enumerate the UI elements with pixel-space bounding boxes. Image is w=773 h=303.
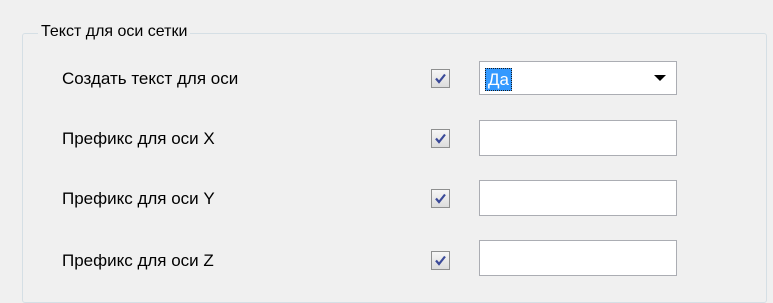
prefix-z-label: Префикс для оси Z bbox=[62, 251, 214, 270]
chevron-down-icon[interactable] bbox=[654, 75, 666, 81]
prefix-x-checkbox[interactable] bbox=[431, 129, 450, 148]
checkmark-icon bbox=[435, 255, 446, 266]
checkmark-icon bbox=[435, 133, 446, 144]
prefix-z-input[interactable] bbox=[479, 240, 677, 276]
create-axis-text-checkbox[interactable] bbox=[431, 69, 450, 88]
prefix-y-label: Префикс для оси Y bbox=[62, 189, 215, 208]
prefix-x-label: Префикс для оси X bbox=[62, 129, 215, 148]
group-title: Текст для оси сетки bbox=[38, 22, 191, 42]
create-axis-text-dropdown[interactable]: Да bbox=[479, 61, 677, 95]
prefix-y-checkbox[interactable] bbox=[431, 189, 450, 208]
prefix-y-input[interactable] bbox=[479, 180, 677, 216]
checkmark-icon bbox=[435, 73, 446, 84]
prefix-z-checkbox[interactable] bbox=[431, 251, 450, 270]
checkmark-icon bbox=[435, 193, 446, 204]
create-axis-text-label: Создать текст для оси bbox=[62, 69, 239, 88]
prefix-x-input[interactable] bbox=[479, 120, 677, 156]
dropdown-selected-value: Да bbox=[485, 68, 512, 91]
